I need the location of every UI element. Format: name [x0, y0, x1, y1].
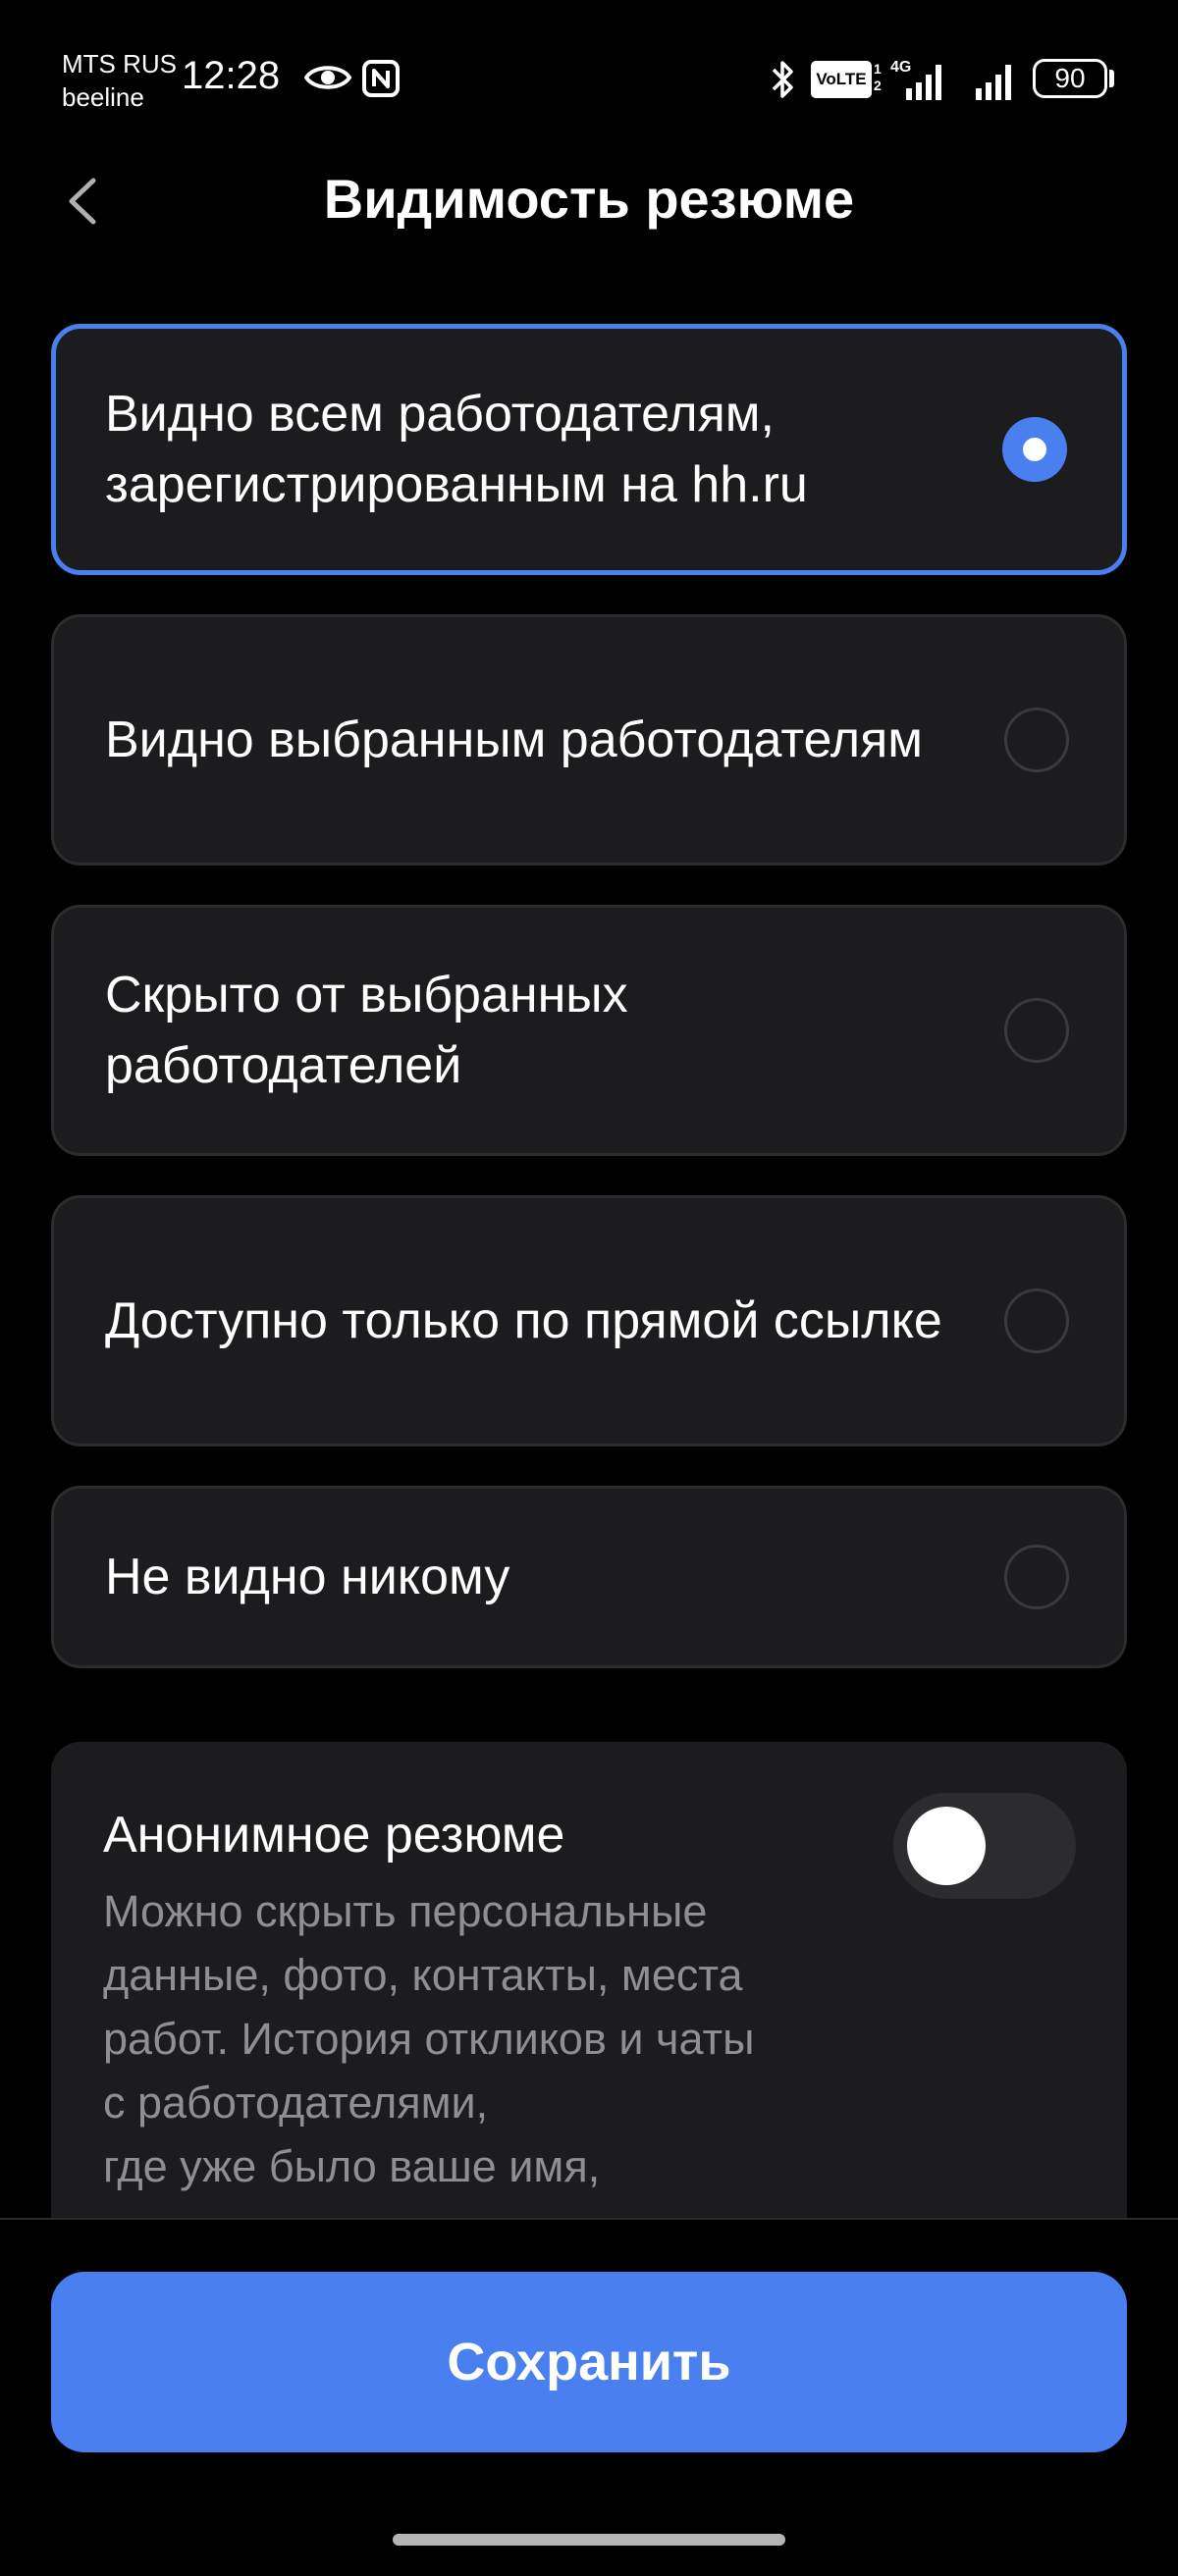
battery-icon: 90 [1033, 59, 1107, 98]
signal-icon [976, 65, 1011, 100]
description-line: данные, фото, контакты, места [103, 1950, 743, 2000]
radio-button[interactable] [1004, 1545, 1069, 1609]
carrier-1: MTS RUS [62, 49, 177, 79]
description-line: Можно скрыть персональные [103, 1886, 708, 1936]
option-label: Видно всем работодателям, зарегистрирова… [105, 386, 808, 513]
anonymous-resume-description: Можно скрыть персональные данные, фото, … [103, 1879, 908, 2198]
description-line: с работодателями, [103, 2077, 489, 2128]
sim-numbers: 12 [874, 61, 882, 93]
option-label: Не видно никому [105, 1549, 510, 1605]
anonymous-resume-toggle[interactable] [893, 1793, 1076, 1899]
save-button[interactable]: Сохранить [51, 2272, 1127, 2452]
option-label: Доступно только по прямой ссылке [105, 1292, 942, 1349]
nfc-icon [362, 60, 400, 97]
description-line: работ. История откликов и чаты [103, 2014, 755, 2064]
anonymous-resume-title: Анонимное резюме [103, 1807, 565, 1864]
option-hidden-selected[interactable]: Скрыто от выбранных работодателей [51, 905, 1127, 1156]
radio-button[interactable] [1004, 708, 1069, 772]
toggle-knob [907, 1807, 986, 1885]
clock: 12:28 [182, 54, 281, 97]
volte-badge: VoLTE [811, 61, 872, 98]
carrier-2: beeline [62, 82, 144, 112]
carrier-names: MTS RUS beeline [62, 47, 177, 114]
option-visible-selected[interactable]: Видно выбранным работодателям [51, 614, 1127, 866]
radio-button[interactable] [1004, 1288, 1069, 1353]
battery-tip [1109, 70, 1114, 87]
option-hidden-all[interactable]: Не видно никому [51, 1486, 1127, 1668]
option-visible-all[interactable]: Видно всем работодателям, зарегистрирова… [51, 324, 1127, 575]
signal-icon [906, 65, 941, 100]
page-title: Видимость резюме [323, 168, 855, 230]
option-direct-link[interactable]: Доступно только по прямой ссылке [51, 1195, 1127, 1446]
option-label: Скрыто от выбранных работодателей [105, 967, 628, 1094]
chevron-left-icon[interactable] [54, 167, 113, 236]
radio-button-selected[interactable] [1002, 417, 1067, 482]
bluetooth-icon [772, 61, 793, 98]
description-line: где уже было ваше имя, [103, 2141, 601, 2191]
home-indicator[interactable] [393, 2534, 785, 2546]
radio-button[interactable] [1004, 998, 1069, 1063]
option-label: Видно выбранным работодателям [105, 711, 923, 768]
status-bar: MTS RUS beeline 12:28 VoLTE 12 4G 90 [0, 0, 1178, 157]
eye-icon [304, 66, 351, 89]
